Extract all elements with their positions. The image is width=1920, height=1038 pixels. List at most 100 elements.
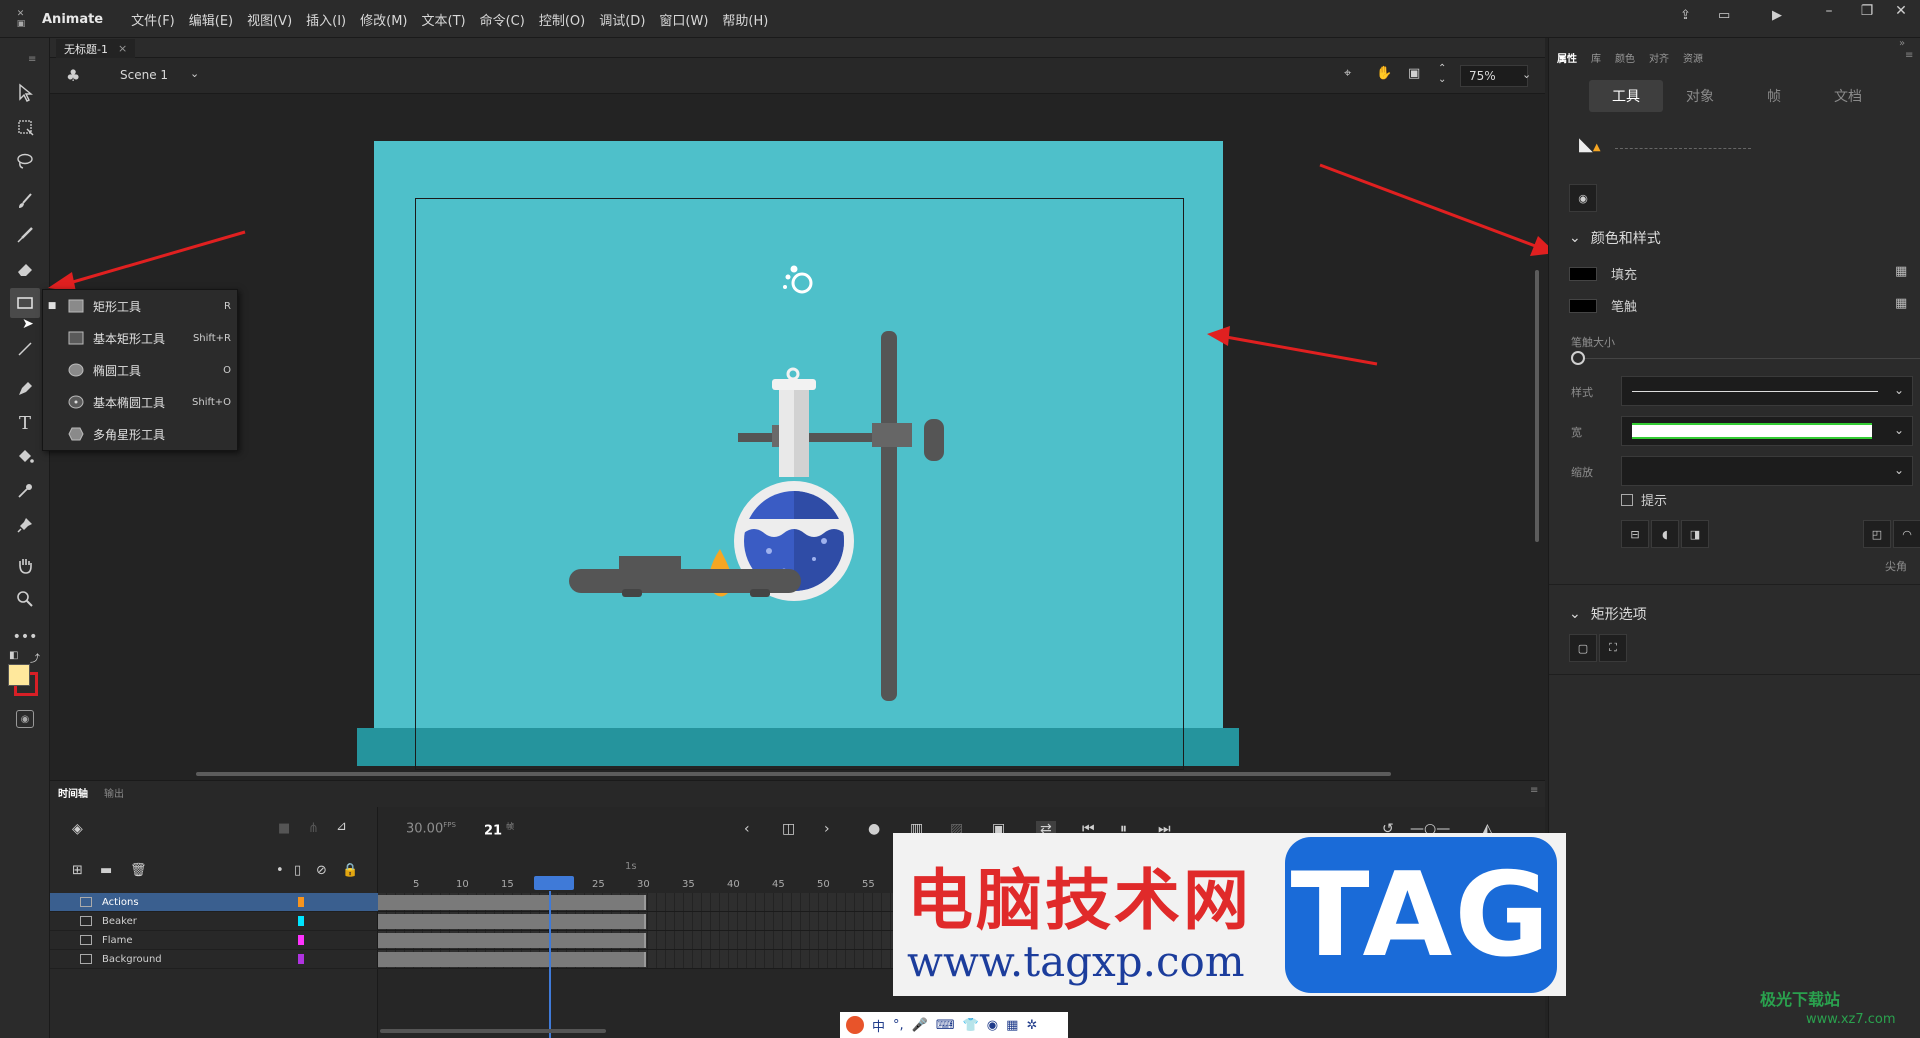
onion-skin-icon[interactable]: ● [868,821,880,837]
current-frame[interactable]: 21 帧 [484,821,514,838]
watermark-tag-text: TAG [1290,847,1552,983]
tab-timeline[interactable]: 时间轴 [58,785,88,800]
menu-item-label: 基本矩形工具 [93,331,166,346]
selected-bullet-icon: ■ [47,301,57,311]
chevron-down-icon: ⌄ [1569,606,1581,622]
layer-row[interactable]: Background [50,950,378,969]
scale-label: 缩放 [1571,466,1593,479]
ime-punct-icon[interactable]: °, [893,1018,904,1033]
rectangle-icon [67,299,85,313]
ime-toolbar[interactable]: 中 °, 🎤 ⌨ 👕 ◉ ▦ ✲ [840,1012,1068,1038]
stroke-size-track[interactable] [1579,358,1920,359]
tab-color[interactable]: 颜色 [1615,50,1635,65]
section-title: 矩形选项 [1590,607,1647,623]
hint-checkbox[interactable] [1621,493,1633,506]
playhead[interactable] [549,891,551,1038]
corner-label: 尖角 [1885,560,1907,573]
menu-item-oval[interactable]: 椭圆工具 O [43,354,239,386]
tab-align[interactable]: 对齐 [1649,50,1669,65]
layer-row[interactable]: Flame [50,931,378,950]
cap-none-icon[interactable]: ⊟ [1621,520,1649,548]
animate-window: ✕ ▣ Animate 文件(F) 编辑(E) 视图(V) 插入(I) 修改(M)… [0,0,1920,1038]
layer-name: Background [102,953,162,965]
tab-properties[interactable]: 属性 [1557,50,1577,65]
tab-library[interactable]: 库 [1591,50,1601,65]
chevron-down-icon: ⌄ [1569,230,1581,246]
fill-no-color-icon[interactable]: ▦ [1895,264,1907,279]
ruler-label: 35 [682,879,695,890]
layers-panel: ◈ ■ ⋔ ⊿ ⊞ ▬ 🗑 • ▯ ⊘ 🔒 Actions Beaker Fla… [50,807,378,1038]
new-layer-icon[interactable]: ⊞ [72,863,83,878]
ruler-label: 40 [727,879,740,890]
menu-item-primitive-oval[interactable]: 基本椭圆工具 Shift+O [43,386,239,418]
hint-label: 提示 [1641,494,1668,509]
menu-item-primitive-rectangle[interactable]: 基本矩形工具 Shift+R [43,322,239,354]
delete-layer-icon[interactable]: 🗑 [130,863,147,878]
timeline-tabs: 时间轴 输出 [58,785,124,800]
fill-swatch[interactable] [1569,266,1597,281]
playhead-handle[interactable] [534,876,574,890]
ime-skin-icon[interactable]: 👕 [963,1018,979,1033]
tab-output[interactable]: 输出 [104,785,124,800]
ime-mode-label[interactable]: 中 [872,1016,885,1035]
tab-assets[interactable]: 资源 [1683,50,1703,65]
fill-label: 填充 [1611,268,1638,283]
ime-apps-icon[interactable]: ▦ [1006,1018,1018,1033]
lock-icon[interactable]: 🔒 [342,863,358,878]
width-profile-select[interactable]: ⌄ [1621,416,1913,446]
insert-keyframe-icon[interactable]: ◫ [782,821,795,837]
stroke-size-slider-thumb[interactable] [1571,351,1585,365]
menu-item-rectangle[interactable]: ■ 矩形工具 R [43,290,239,322]
layer-row[interactable]: Beaker [50,912,378,931]
next-keyframe-icon[interactable]: › [824,821,830,837]
fps-readout[interactable]: 30.00FPS [406,821,456,836]
cap-round-icon[interactable]: ◖ [1651,520,1679,548]
subtab-tool[interactable]: 工具 [1589,80,1663,112]
color-style-header[interactable]: ⌄ 颜色和样式 [1569,228,1661,248]
ime-settings-icon[interactable]: ✲ [1026,1018,1037,1033]
style-select[interactable]: ⌄ [1621,376,1913,406]
cap-square-icon[interactable]: ◨ [1681,520,1709,548]
outline-icon[interactable]: ▯ [294,863,301,878]
layer-parent-icon[interactable]: ⋔ [308,821,319,836]
stroke-swatch[interactable] [1569,298,1597,313]
tool-name-placeholder [1615,148,1751,149]
timeline-menu-icon[interactable]: ≡ [1530,785,1538,796]
stroke-size-label: 笔触大小 [1571,336,1615,349]
timeline-scrollbar[interactable] [380,1029,606,1033]
join-miter-icon[interactable]: ◰ [1863,520,1891,548]
stroke-no-color-icon[interactable]: ▦ [1895,296,1907,311]
menu-item-shortcut: R [224,300,231,312]
menu-item-polystar[interactable]: 多角星形工具 [43,418,239,450]
layer-row[interactable]: Actions [50,893,378,912]
watermark-title: 电脑技术网 [907,861,1252,939]
camera-icon[interactable]: ■ [278,821,290,836]
graph-icon[interactable]: ⊿ [336,819,347,834]
subtab-object[interactable]: 对象 [1663,80,1737,112]
subtab-frame[interactable]: 帧 [1737,80,1811,112]
ime-game-icon[interactable]: ◉ [987,1018,998,1033]
join-round-icon[interactable]: ◠ [1893,520,1920,548]
visibility-icon[interactable]: ⊘ [316,863,327,878]
layer-name: Beaker [102,915,137,927]
object-drawing-toggle-icon[interactable]: ◉ [1569,184,1597,212]
ime-mic-icon[interactable]: 🎤 [912,1018,928,1033]
rect-corner-separate-icon[interactable]: ⛶ [1599,634,1627,662]
corner-logo-text: 极光下载站 [1760,990,1841,1009]
prev-keyframe-icon[interactable]: ‹ [744,821,750,837]
layer-color [298,954,304,964]
highlight-dot-icon[interactable]: • [276,863,284,878]
scale-select[interactable]: ⌄ [1621,456,1913,486]
new-folder-icon[interactable]: ▬ [100,863,112,878]
primitive-oval-icon [67,395,85,409]
ruler-label: 15 [501,879,514,890]
stroke-row: 笔触 [1569,296,1637,315]
width-label: 宽 [1571,426,1582,439]
layer-color [298,916,304,926]
ime-keyboard-icon[interactable]: ⌨ [936,1018,955,1033]
rectangle-options-header[interactable]: ⌄ 矩形选项 [1569,604,1647,624]
ime-logo-icon[interactable] [846,1016,864,1034]
subtab-document[interactable]: 文档 [1811,80,1885,112]
layers-icon[interactable]: ◈ [72,821,83,837]
rect-corner-single-icon[interactable]: ▢ [1569,634,1597,662]
